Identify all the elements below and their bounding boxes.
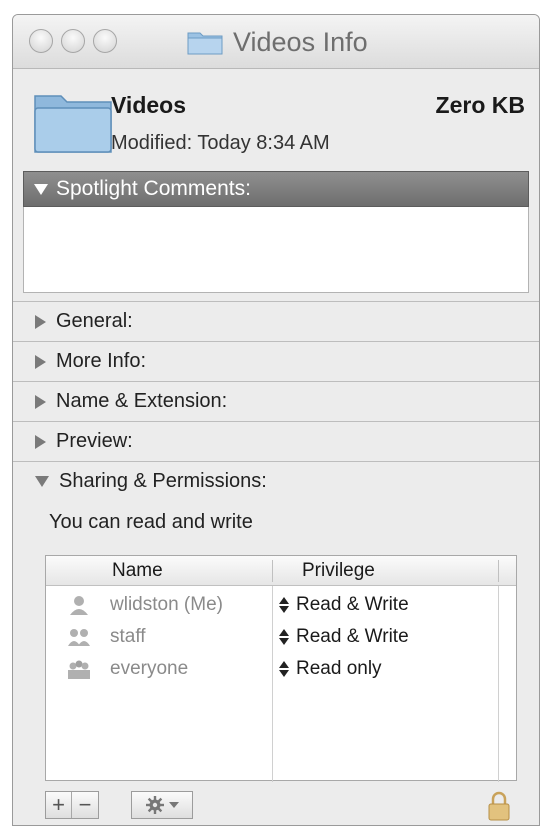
up-down-stepper-icon[interactable] [278, 626, 290, 648]
action-menu-button[interactable] [132, 792, 192, 818]
single-user-icon [70, 596, 88, 615]
action-menu-group [131, 791, 193, 819]
section-preview[interactable]: Preview: [13, 421, 539, 461]
permissions-table: Name Privilege wlidston (Me) Read & Writ… [45, 555, 517, 782]
group-icon [68, 629, 90, 646]
section-name-extension[interactable]: Name & Extension: [13, 381, 539, 421]
column-divider [272, 560, 273, 582]
section-more-info[interactable]: More Info: [13, 341, 539, 381]
permission-status: You can read and write [49, 511, 253, 533]
column-header-name[interactable]: Name [112, 560, 163, 582]
window-title: Videos Info [233, 26, 368, 57]
gear-icon [146, 796, 164, 814]
section-sharing-permissions[interactable]: Sharing & Permissions: [13, 461, 539, 501]
add-remove-buttons: + − [45, 791, 99, 819]
minimize-button[interactable] [61, 29, 85, 53]
folder-icon [187, 32, 223, 55]
title-bar: Videos Info [13, 15, 539, 69]
column-header-privilege[interactable]: Privilege [302, 560, 375, 582]
section-label: More Info: [56, 350, 147, 372]
disclosure-triangle-icon [35, 394, 46, 409]
table-row[interactable]: wlidston (Me) Read & Write [46, 590, 516, 622]
privilege-value[interactable]: Read only [296, 658, 382, 680]
file-size: Zero KB [435, 92, 525, 118]
close-button[interactable] [29, 29, 53, 53]
folder-icon [34, 95, 112, 153]
section-label: Name & Extension: [56, 390, 228, 412]
section-label: General: [56, 310, 133, 332]
file-summary: Videos Zero KB Modified: Today 8:34 AM [13, 70, 539, 180]
user-name: everyone [110, 658, 189, 679]
add-user-button[interactable]: + [46, 792, 72, 818]
user-name: wlidston (Me) [110, 594, 223, 615]
section-general[interactable]: General: [13, 301, 539, 341]
lock-icon[interactable] [487, 791, 511, 821]
privilege-value[interactable]: Read & Write [296, 594, 409, 616]
everyone-icon [68, 660, 90, 679]
disclosure-triangle-icon [34, 183, 48, 195]
user-name: staff [110, 626, 146, 647]
table-row[interactable]: everyone Read only [46, 654, 516, 686]
up-down-stepper-icon[interactable] [278, 658, 290, 680]
table-row[interactable]: staff Read & Write [46, 622, 516, 654]
file-name: Videos [111, 92, 186, 118]
zoom-button[interactable] [93, 29, 117, 53]
disclosure-triangle-icon [35, 434, 46, 449]
section-spotlight-comments[interactable]: Spotlight Comments: [23, 171, 529, 207]
privilege-value[interactable]: Read & Write [296, 626, 409, 648]
spotlight-comments-field[interactable] [23, 207, 529, 293]
table-header: Name Privilege [46, 556, 516, 586]
up-down-stepper-icon[interactable] [278, 594, 290, 616]
window-title-group: Videos Info [187, 27, 368, 57]
section-label: Sharing & Permissions: [59, 470, 267, 492]
disclosure-triangle-icon [35, 314, 46, 329]
remove-user-button[interactable]: − [72, 792, 98, 818]
disclosure-triangle-icon [35, 354, 46, 369]
info-window: Videos Info Videos Zero KB Modified: Tod… [12, 14, 540, 826]
section-label: Preview: [56, 430, 133, 452]
chevron-down-icon [169, 802, 179, 808]
column-divider [498, 560, 499, 582]
file-modified-date: Modified: Today 8:34 AM [111, 132, 330, 154]
disclosure-triangle-icon [35, 476, 49, 487]
section-label: Spotlight Comments: [56, 177, 251, 200]
